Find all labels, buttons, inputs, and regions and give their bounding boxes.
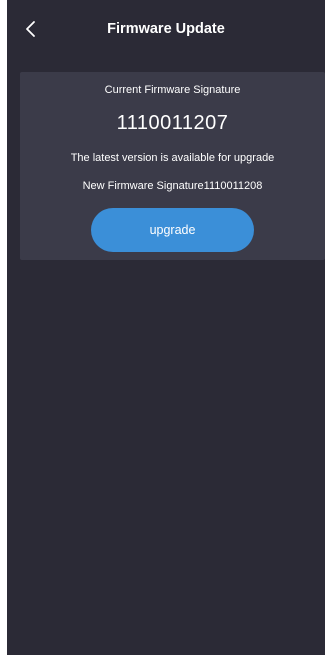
header: Firmware Update bbox=[7, 0, 325, 60]
firmware-card: Current Firmware Signature 1110011207 Th… bbox=[20, 72, 325, 260]
upgrade-button[interactable]: upgrade bbox=[91, 208, 254, 252]
latest-version-message: The latest version is available for upgr… bbox=[70, 152, 275, 164]
new-firmware-signature: New Firmware Signature1110011208 bbox=[82, 180, 263, 192]
current-firmware-value: 1110011207 bbox=[116, 112, 229, 134]
app-screen: Firmware Update Current Firmware Signatu… bbox=[7, 0, 325, 655]
current-firmware-label: Current Firmware Signature bbox=[104, 84, 241, 96]
page-title: Firmware Update bbox=[107, 21, 225, 37]
